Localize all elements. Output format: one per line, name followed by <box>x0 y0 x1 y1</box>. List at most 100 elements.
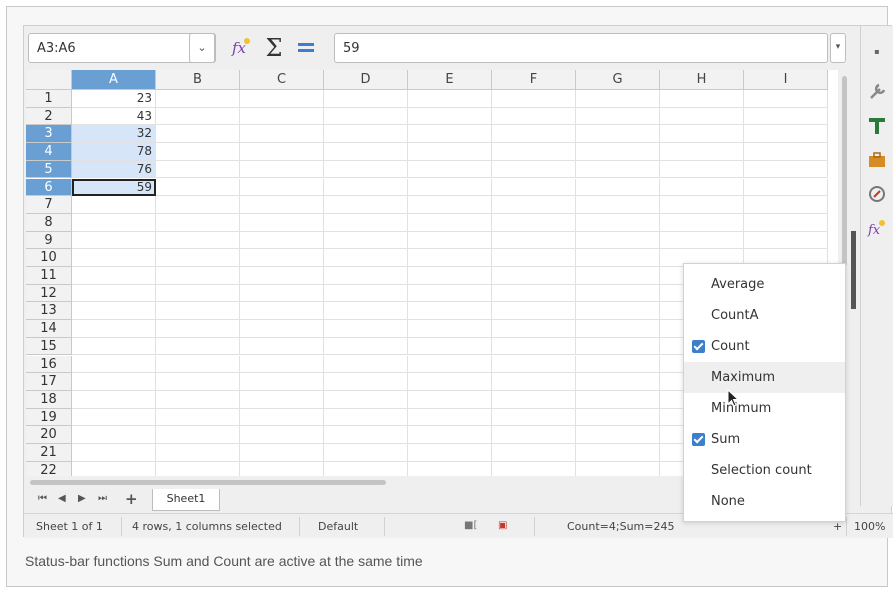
cell-h9[interactable] <box>660 231 744 250</box>
cell-d7[interactable] <box>324 196 408 214</box>
cell-c12[interactable] <box>240 284 324 303</box>
cell-c7[interactable] <box>240 196 324 214</box>
cell-d21[interactable] <box>324 444 408 462</box>
cell-g1[interactable] <box>576 90 660 108</box>
cell-c9[interactable] <box>240 231 324 250</box>
cell-d17[interactable] <box>324 373 408 391</box>
cell-e1[interactable] <box>408 90 492 108</box>
cell-f15[interactable] <box>492 337 576 356</box>
column-header-i[interactable]: I <box>744 70 828 90</box>
cell-a9[interactable] <box>72 231 156 250</box>
cell-i8[interactable] <box>744 213 828 232</box>
cell-e19[interactable] <box>408 408 492 427</box>
menu-item-selection-count[interactable]: Selection count <box>684 455 845 486</box>
cell-b9[interactable] <box>156 231 240 250</box>
menu-item-none[interactable]: None <box>684 486 845 517</box>
cell-g17[interactable] <box>576 373 660 391</box>
document-modified-icon[interactable]: ▣ <box>498 520 507 531</box>
cell-b2[interactable] <box>156 107 240 126</box>
row-header-2[interactable]: 2 <box>26 107 72 126</box>
cell-b7[interactable] <box>156 196 240 214</box>
row-header-14[interactable]: 14 <box>26 320 72 338</box>
cell-c2[interactable] <box>240 107 324 126</box>
row-header-11[interactable]: 11 <box>26 267 72 285</box>
cell-f5[interactable] <box>492 160 576 179</box>
cell-f10[interactable] <box>492 249 576 267</box>
cell-c5[interactable] <box>240 160 324 179</box>
cell-b18[interactable] <box>156 390 240 409</box>
sidebar-menu-icon[interactable]: ▪ <box>865 40 889 64</box>
cell-a21[interactable] <box>72 444 156 462</box>
cell-a12[interactable] <box>72 284 156 303</box>
cell-e12[interactable] <box>408 284 492 303</box>
cell-g11[interactable] <box>576 267 660 285</box>
cell-g6[interactable] <box>576 178 660 197</box>
cell-b21[interactable] <box>156 444 240 462</box>
cell-d14[interactable] <box>324 320 408 338</box>
cell-g9[interactable] <box>576 231 660 250</box>
cell-e5[interactable] <box>408 160 492 179</box>
cell-b19[interactable] <box>156 408 240 427</box>
cell-g8[interactable] <box>576 213 660 232</box>
cell-g10[interactable] <box>576 249 660 267</box>
cell-c19[interactable] <box>240 408 324 427</box>
column-header-b[interactable]: B <box>156 70 240 90</box>
cell-d9[interactable] <box>324 231 408 250</box>
cell-g21[interactable] <box>576 444 660 462</box>
previous-sheet-icon[interactable]: ◀ <box>58 493 66 504</box>
cell-c6[interactable] <box>240 178 324 197</box>
cell-e14[interactable] <box>408 320 492 338</box>
column-header-g[interactable]: G <box>576 70 660 90</box>
cell-g15[interactable] <box>576 337 660 356</box>
cell-f3[interactable] <box>492 125 576 144</box>
cell-g12[interactable] <box>576 284 660 303</box>
cell-f9[interactable] <box>492 231 576 250</box>
cell-e17[interactable] <box>408 373 492 391</box>
cell-h6[interactable] <box>660 178 744 197</box>
cell-c21[interactable] <box>240 444 324 462</box>
row-header-6[interactable]: 6 <box>26 178 72 197</box>
cell-a18[interactable] <box>72 390 156 409</box>
cell-i2[interactable] <box>744 107 828 126</box>
cell-d2[interactable] <box>324 107 408 126</box>
row-header-9[interactable]: 9 <box>26 231 72 250</box>
cell-e18[interactable] <box>408 390 492 409</box>
cell-b16[interactable] <box>156 355 240 374</box>
cell-a5[interactable]: 76 <box>72 160 156 179</box>
cell-b12[interactable] <box>156 284 240 303</box>
cell-d19[interactable] <box>324 408 408 427</box>
function-wizard-icon[interactable]: fx <box>229 36 253 60</box>
add-sheet-icon[interactable]: + <box>125 490 138 508</box>
cell-c16[interactable] <box>240 355 324 374</box>
cell-i5[interactable] <box>744 160 828 179</box>
cell-h8[interactable] <box>660 213 744 232</box>
cell-g16[interactable] <box>576 355 660 374</box>
cell-a10[interactable] <box>72 249 156 267</box>
functions-icon[interactable]: fx <box>865 218 889 242</box>
cell-e2[interactable] <box>408 107 492 126</box>
last-sheet-icon[interactable]: ⏭ <box>98 493 107 504</box>
cell-i4[interactable] <box>744 143 828 161</box>
cell-f19[interactable] <box>492 408 576 427</box>
cell-i7[interactable] <box>744 196 828 214</box>
cell-f4[interactable] <box>492 143 576 161</box>
zoom-level[interactable]: 100% <box>854 520 885 533</box>
cell-e21[interactable] <box>408 444 492 462</box>
cell-h5[interactable] <box>660 160 744 179</box>
cell-d3[interactable] <box>324 125 408 144</box>
menu-item-average[interactable]: Average <box>684 269 845 300</box>
cell-c15[interactable] <box>240 337 324 356</box>
cell-a4[interactable]: 78 <box>72 143 156 161</box>
cell-d15[interactable] <box>324 337 408 356</box>
cell-e4[interactable] <box>408 143 492 161</box>
cell-g22[interactable] <box>576 461 660 476</box>
cell-c13[interactable] <box>240 302 324 321</box>
column-header-c[interactable]: C <box>240 70 324 90</box>
cell-c22[interactable] <box>240 461 324 476</box>
cell-b5[interactable] <box>156 160 240 179</box>
cell-i3[interactable] <box>744 125 828 144</box>
name-box[interactable]: A3:A6 <box>28 33 216 63</box>
cell-d4[interactable] <box>324 143 408 161</box>
cell-h2[interactable] <box>660 107 744 126</box>
cell-a2[interactable]: 43 <box>72 107 156 126</box>
